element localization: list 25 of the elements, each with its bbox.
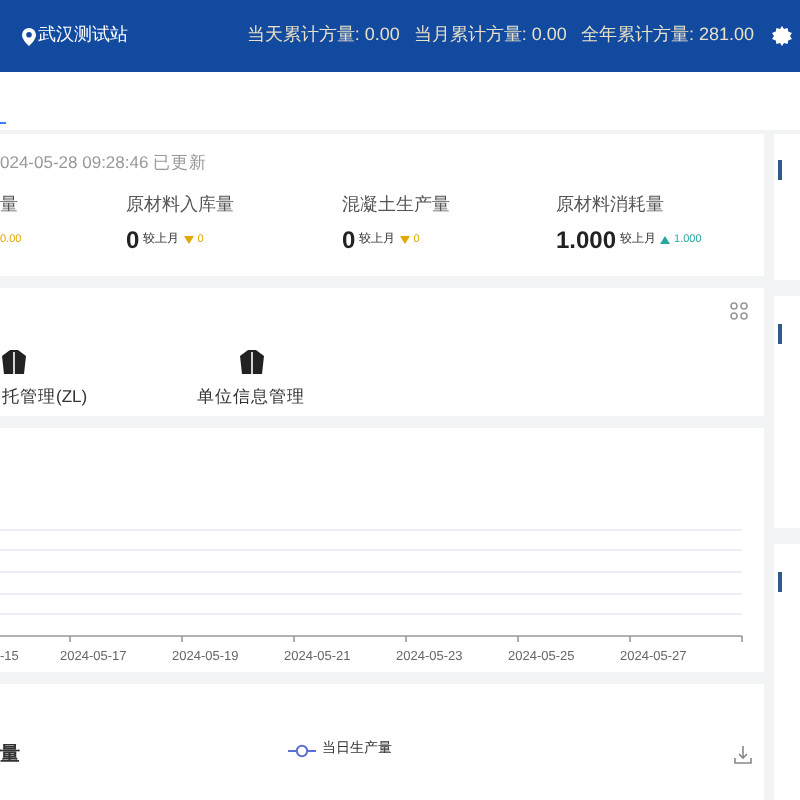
chart-title: 量 <box>0 742 20 770</box>
panel-marker <box>778 160 782 180</box>
shortcut-link[interactable]: 单位信息管理 <box>197 384 306 410</box>
stat-label: 量 <box>0 194 20 216</box>
stat-label: 混凝土生产量 <box>342 194 452 216</box>
stat-label: 原材料入库量 <box>126 194 236 216</box>
grid-icon[interactable] <box>730 302 748 320</box>
stat-value: 0 <box>342 224 356 258</box>
update-time: 024-05-28 09:28:46 已更新 <box>0 152 210 172</box>
coat-icon <box>239 350 264 374</box>
panel-marker <box>778 324 782 344</box>
gear-icon[interactable] <box>772 26 792 46</box>
panel-marker <box>778 572 782 592</box>
stat-label: 原材料消耗量 <box>556 194 666 216</box>
shortcut-link[interactable]: 托管理(ZL) <box>2 384 88 410</box>
legend-line-marker-icon <box>288 743 316 758</box>
total-volume: 全年累计方量: 281.00 <box>580 22 754 49</box>
total-volume: 当月累计方量: 0.00 <box>413 22 567 49</box>
station-name[interactable]: 武汉测试站 <box>38 22 128 50</box>
active-tab-indicator <box>0 122 6 124</box>
location-pin-icon <box>22 27 36 45</box>
download-icon[interactable] <box>734 746 752 764</box>
total-volume: 当天累计方量: 0.00 <box>246 22 400 49</box>
stat-value: 0 <box>126 224 140 258</box>
stat-value: 1.000 <box>556 224 617 258</box>
